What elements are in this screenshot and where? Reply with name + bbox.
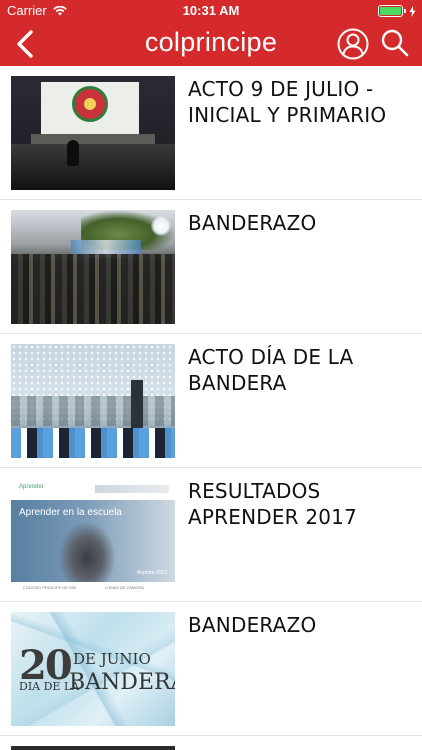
poster-month-name: JUNIO xyxy=(100,650,151,668)
ministry-logo xyxy=(95,485,169,493)
user-icon xyxy=(337,28,369,60)
stage xyxy=(31,134,155,144)
list-item[interactable]: ACTO DÍA DE LA BANDERA xyxy=(0,334,422,468)
profile-button[interactable] xyxy=(337,28,369,60)
item-title: BANDERAZO xyxy=(188,211,317,235)
flags xyxy=(11,428,175,458)
list-item[interactable]: ACTO 9 DE JULIO - INICIAL Y PRIMARIO xyxy=(0,66,422,200)
speaker xyxy=(67,140,79,166)
item-title: RESULTADOS APRENDER 2017 xyxy=(188,479,358,529)
charging-bolt-icon xyxy=(409,5,416,17)
flags-confetti-photo xyxy=(11,344,175,458)
crowd xyxy=(11,254,175,324)
cover-footer-left: COLEGIO PRINCIPE DE PAZ xyxy=(23,585,77,590)
list-item[interactable]: BANDERAZO xyxy=(0,200,422,334)
search-button[interactable] xyxy=(380,28,410,58)
status-right xyxy=(378,5,416,17)
cover-footer-right: LOMAS DE ZAMORA xyxy=(105,585,144,590)
item-title: ACTO 9 DE JULIO - INICIAL Y PRIMARIO xyxy=(188,77,387,127)
poster-month-prefix: DE xyxy=(73,650,96,668)
school-emblem xyxy=(72,86,108,122)
battery-icon xyxy=(378,5,403,17)
light-glare xyxy=(151,216,171,236)
battery-tip xyxy=(404,9,406,13)
list-item[interactable] xyxy=(0,736,422,750)
status-time: 10:31 AM xyxy=(182,3,240,18)
report-year: Reporte 2017 xyxy=(136,570,167,576)
list-item[interactable]: 20 DE JUNIO DIA DE LA BANDERA BANDERAZO xyxy=(0,602,422,736)
flag-day-poster: 20 DE JUNIO DIA DE LA BANDERA xyxy=(11,612,175,726)
list-item[interactable]: Aprender Aprender en la escuela Reporte … xyxy=(0,468,422,602)
status-bar: Carrier 10:31 AM xyxy=(0,0,422,22)
students-photo xyxy=(59,522,115,582)
item-title: ACTO DÍA DE LA BANDERA xyxy=(188,345,354,395)
report-cover: Aprender Aprender en la escuela Reporte … xyxy=(11,478,175,592)
battery-level xyxy=(380,7,401,15)
poster-month: DE JUNIO xyxy=(73,650,151,668)
aprender-logo: Aprender xyxy=(19,484,44,490)
audience xyxy=(11,144,175,190)
projector-stage-photo xyxy=(11,76,175,190)
cover-banner-text: Aprender en la escuela xyxy=(19,507,122,518)
crowd-photo xyxy=(11,210,175,324)
navigation-bar: colprincipe xyxy=(0,22,422,66)
app-header: Carrier 10:31 AM colprincipe xyxy=(0,0,422,66)
search-icon xyxy=(381,29,409,57)
item-title: BANDERAZO xyxy=(188,613,317,637)
poster-line2-b: BANDERA xyxy=(69,670,175,695)
news-list: ACTO 9 DE JULIO - INICIAL Y PRIMARIO BAN… xyxy=(0,66,422,750)
trees xyxy=(11,396,175,426)
next-item-thumbnail xyxy=(11,746,175,750)
